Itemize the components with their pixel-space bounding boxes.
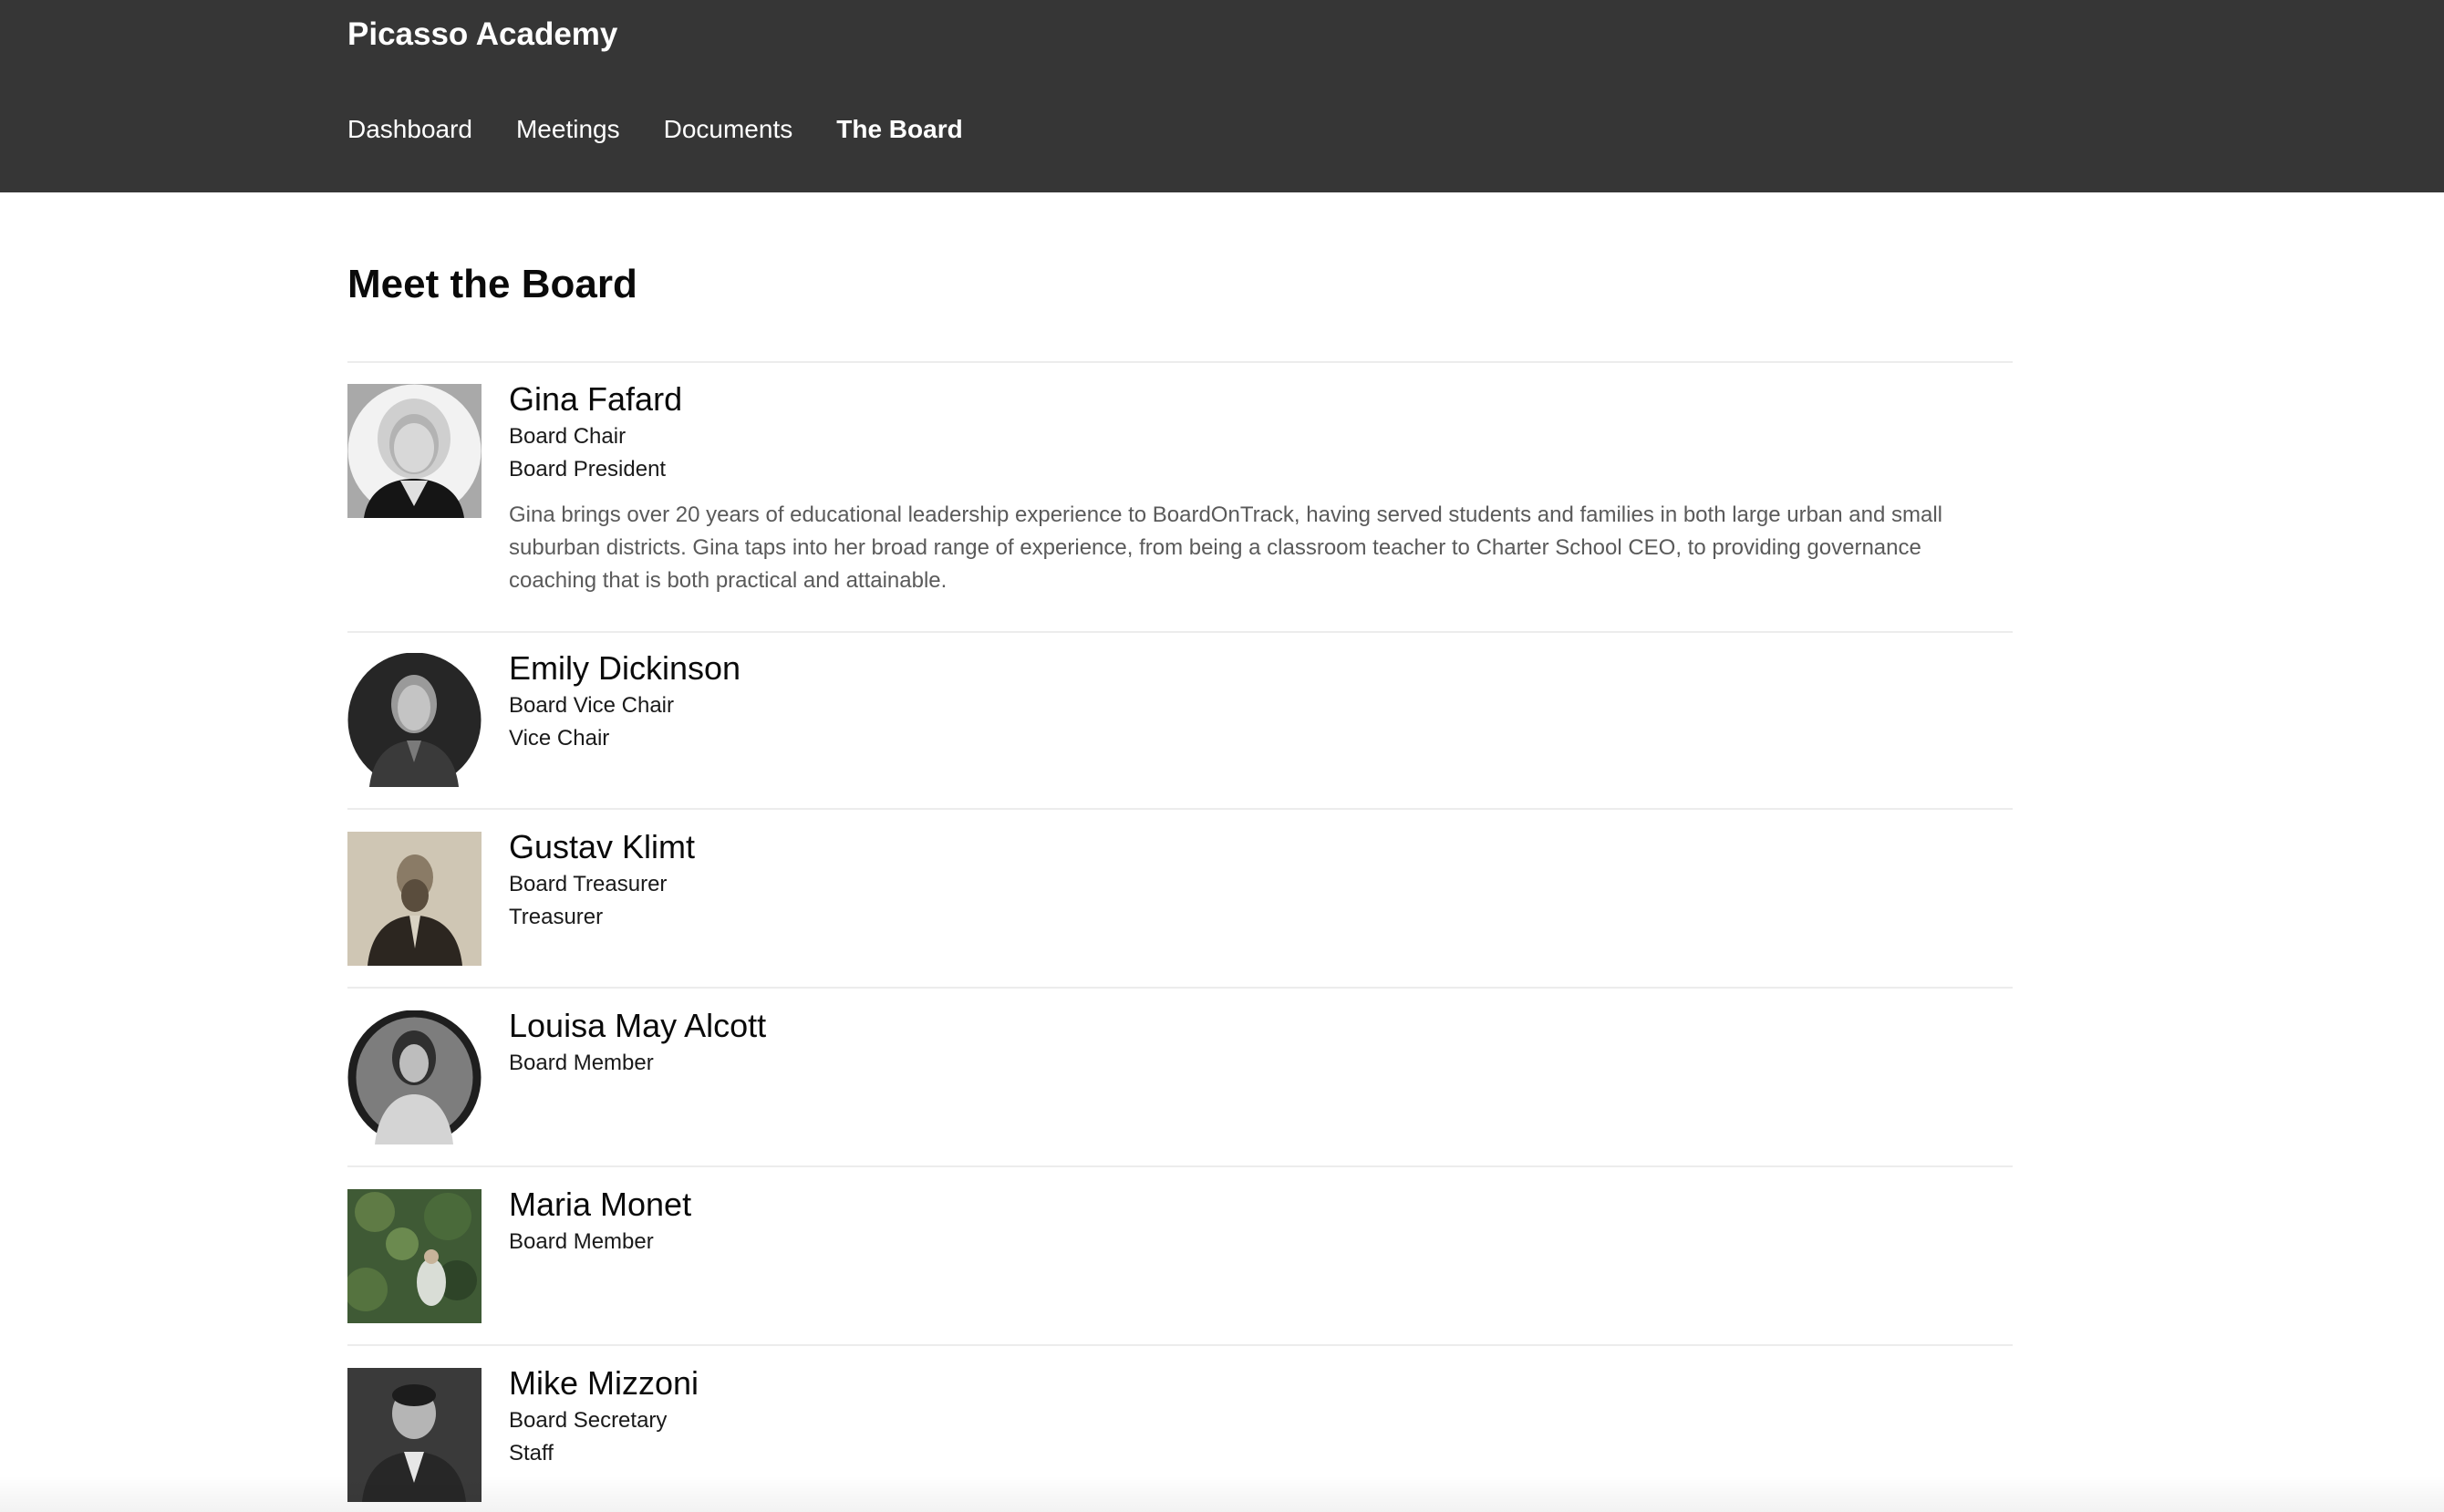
member-photo[interactable] [347, 832, 482, 966]
divider [347, 987, 2013, 989]
nav-documents[interactable]: Documents [664, 109, 793, 150]
member-name[interactable]: Gina Fafard [509, 378, 2004, 420]
divider [347, 808, 2013, 810]
member-photo[interactable] [347, 1368, 482, 1502]
member-photo[interactable] [347, 653, 482, 787]
member-role: Treasurer [509, 905, 604, 929]
member-role: Board Member [509, 1051, 654, 1075]
member-role: Vice Chair [509, 726, 610, 751]
member-role: Board Vice Chair [509, 693, 674, 718]
oval-portrait-photo-icon [347, 1010, 482, 1144]
nav-dashboard[interactable]: Dashboard [347, 109, 472, 150]
top-navigation-bar: Picasso Academy Dashboard Meetings Docum… [0, 0, 2444, 192]
brand-title[interactable]: Picasso Academy [347, 13, 617, 57]
portrait-photo-icon [347, 384, 482, 518]
member-name[interactable]: Maria Monet [509, 1184, 2004, 1226]
member-name[interactable]: Louisa May Alcott [509, 1005, 2004, 1047]
sepia-portrait-photo-icon [347, 832, 482, 966]
member-role: Board Chair [509, 424, 627, 449]
member-role: Board Secretary [509, 1408, 668, 1433]
painting-photo-icon [347, 1189, 482, 1323]
page-title: Meet the Board [347, 262, 637, 306]
board-member-louisa-may-alcott[interactable]: Louisa May Alcott Board Member [347, 1007, 2013, 1167]
member-photo[interactable] [347, 384, 482, 518]
member-name[interactable]: Mike Mizzoni [509, 1362, 2004, 1404]
divider [347, 631, 2013, 633]
member-role: Board Treasurer [509, 872, 668, 896]
member-name[interactable]: Emily Dickinson [509, 647, 2004, 689]
board-member-emily-dickinson[interactable]: Emily Dickinson Board Vice Chair Vice Ch… [347, 649, 2013, 810]
member-bio: Gina brings over 20 years of educational… [509, 502, 1943, 593]
nav-meetings[interactable]: Meetings [516, 109, 620, 150]
oval-portrait-photo-icon [347, 653, 482, 787]
divider [347, 1165, 2013, 1167]
member-role: Board Member [509, 1229, 654, 1254]
main-nav: Dashboard Meetings Documents The Board [347, 109, 1007, 150]
divider [347, 1344, 2013, 1346]
board-member-maria-monet[interactable]: Maria Monet Board Member [347, 1186, 2013, 1346]
member-role: Staff [509, 1441, 554, 1465]
member-photo[interactable] [347, 1010, 482, 1144]
portrait-photo-icon [347, 1368, 482, 1502]
board-member-gustav-klimt[interactable]: Gustav Klimt Board Treasurer Treasurer [347, 828, 2013, 989]
member-role: Board President [509, 457, 667, 482]
member-photo[interactable] [347, 1189, 482, 1323]
divider [347, 361, 2013, 363]
member-name[interactable]: Gustav Klimt [509, 826, 2004, 868]
nav-the-board[interactable]: The Board [836, 109, 962, 150]
board-member-gina-fafard[interactable]: Gina Fafard Board Chair Board President … [347, 380, 2013, 633]
board-member-mike-mizzoni[interactable]: Mike Mizzoni Board Secretary Staff [347, 1364, 2013, 1512]
